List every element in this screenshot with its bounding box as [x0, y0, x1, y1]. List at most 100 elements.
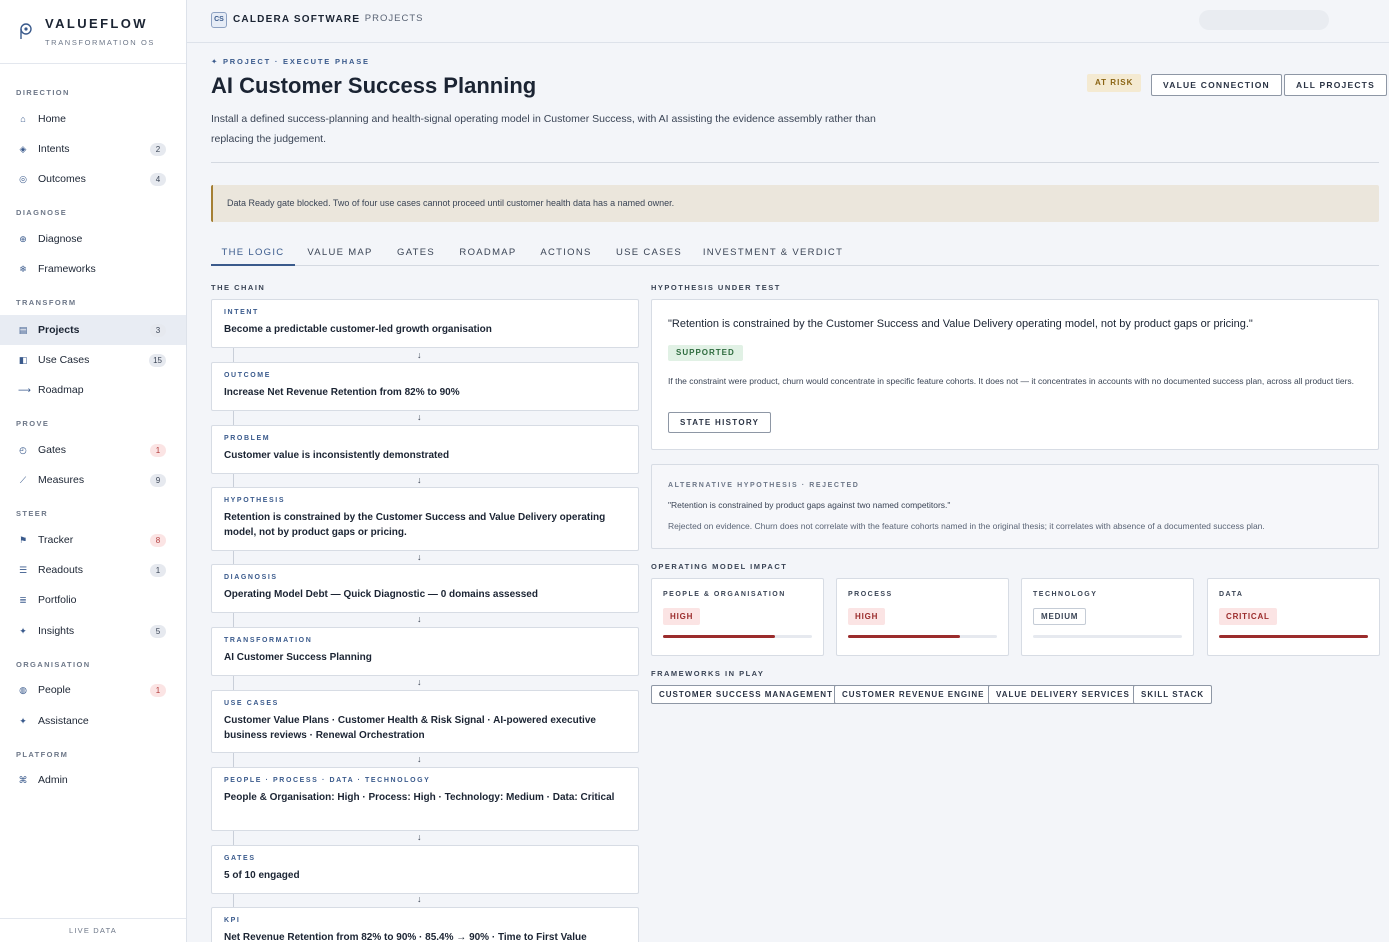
- sidebar-item-label: Gates: [38, 444, 67, 456]
- tab-investment-verdict[interactable]: INVESTMENT & VERDICT: [701, 243, 845, 266]
- org-avatar[interactable]: CS: [211, 12, 227, 28]
- sidebar-item-readouts[interactable]: ☰ Readouts 1: [0, 555, 186, 585]
- half-square-icon: ◧: [18, 354, 28, 365]
- chain-value: Net Revenue Retention from 82% to 90% · …: [224, 932, 587, 942]
- chain-connector: [233, 551, 234, 564]
- count-badge: 1: [150, 683, 166, 697]
- chain-item-hypothesis[interactable]: HYPOTHESIS Retention is constrained by t…: [211, 487, 639, 551]
- sidebar-item-intents[interactable]: ◈ Intents 2: [0, 134, 186, 164]
- value-connection-button[interactable]: VALUE CONNECTION: [1151, 74, 1282, 96]
- gauge-icon: ◴: [19, 444, 27, 455]
- tab-roadmap[interactable]: ROADMAP: [455, 243, 521, 266]
- search-placeholder-bar[interactable]: [1199, 10, 1329, 30]
- tab-actions[interactable]: ACTIONS: [536, 243, 596, 266]
- status-badge: AT RISK: [1087, 74, 1142, 92]
- chain-kind: USE CASES: [224, 700, 279, 707]
- chain-kind: KPI: [224, 917, 241, 924]
- hypothesis-label: HYPOTHESIS UNDER TEST: [651, 283, 781, 292]
- framework-tag[interactable]: CUSTOMER REVENUE ENGINE: [834, 685, 993, 704]
- chain-value: Retention is constrained by the Customer…: [224, 512, 606, 538]
- chain-item-operating-model[interactable]: PEOPLE · PROCESS · DATA · TECHNOLOGY Peo…: [211, 767, 639, 831]
- nav-section-direction: DIRECTION: [16, 88, 70, 97]
- list-icon: ☰: [18, 564, 28, 575]
- sidebar-item-people[interactable]: ◍ People 1: [0, 675, 186, 705]
- arrow-down-icon: ↓: [417, 350, 422, 360]
- diamond-icon: ◈: [19, 143, 27, 154]
- arrow-right-icon: ⟶: [18, 384, 31, 395]
- chain-item-diagnosis[interactable]: DIAGNOSIS Operating Model Debt — Quick D…: [211, 564, 639, 613]
- count-badge: 2: [150, 142, 166, 156]
- count-badge: 3: [150, 323, 166, 337]
- all-projects-button[interactable]: ALL PROJECTS: [1284, 74, 1387, 96]
- impact-level-badge: MEDIUM: [1033, 608, 1087, 625]
- sidebar-item-home[interactable]: ⌂ Home: [0, 104, 186, 134]
- sidebar-item-diagnose[interactable]: ⊕ Diagnose: [0, 224, 186, 254]
- hypothesis-evidence: If the constraint were product, churn wo…: [668, 376, 1355, 386]
- tab-gates[interactable]: GATES: [391, 243, 441, 266]
- impact-bar-fill: [848, 635, 960, 638]
- arrow-down-icon: ↓: [417, 552, 422, 562]
- arrow-down-icon: ↓: [417, 754, 422, 764]
- count-badge: 5: [150, 624, 166, 638]
- framework-tag[interactable]: VALUE DELIVERY SERVICES: [988, 685, 1138, 704]
- sidebar-item-gates[interactable]: ◴ Gates 1: [0, 435, 186, 465]
- brand: VALUEFLOW TRANSFORMATION OS: [0, 0, 186, 64]
- impact-dimension: TECHNOLOGY: [1033, 591, 1098, 598]
- impact-bar-track: [663, 635, 812, 638]
- sidebar-item-label: Assistance: [38, 715, 89, 727]
- chain-item-gates[interactable]: GATES 5 of 10 engaged: [211, 845, 639, 894]
- impact-card: PEOPLE & ORGANISATION HIGH: [651, 578, 824, 656]
- count-badge: 1: [150, 443, 166, 457]
- chain-kind: HYPOTHESIS: [224, 497, 286, 504]
- sidebar-item-outcomes[interactable]: ◎ Outcomes 4: [0, 164, 186, 194]
- sidebar-item-insights[interactable]: ✦ Insights 5: [0, 616, 186, 646]
- breadcrumb[interactable]: · PROJECTS: [357, 13, 423, 24]
- sparkle-icon: ✦: [19, 625, 27, 636]
- alert-banner: Data Ready gate blocked. Two of four use…: [211, 185, 1379, 222]
- sidebar-item-measures[interactable]: ⟋ Measures 9: [0, 465, 186, 495]
- sidebar-item-frameworks[interactable]: ❄ Frameworks: [0, 254, 186, 284]
- sidebar-item-label: Measures: [38, 474, 85, 486]
- impact-bar-track: [1219, 635, 1368, 638]
- sidebar-item-label: People: [38, 684, 71, 696]
- chain-item-outcome[interactable]: OUTCOME Increase Net Revenue Retention f…: [211, 362, 639, 411]
- target-icon: ◎: [19, 173, 27, 184]
- sidebar-item-label: Roadmap: [38, 384, 84, 396]
- chain-item-use-cases[interactable]: USE CASES Customer Value Plans · Custome…: [211, 690, 639, 753]
- impact-bar-fill: [1219, 635, 1368, 638]
- sidebar-item-assistance[interactable]: ✦ Assistance: [0, 706, 186, 736]
- sidebar-item-roadmap[interactable]: ⟶ Roadmap: [0, 375, 186, 405]
- impact-level-badge: CRITICAL: [1219, 608, 1277, 625]
- sidebar-item-projects[interactable]: ▤ Projects 3: [0, 315, 186, 345]
- framework-tag[interactable]: SKILL STACK: [1133, 685, 1213, 704]
- nav-section-platform: PLATFORM: [16, 750, 69, 759]
- tab-use-cases[interactable]: USE CASES: [611, 243, 687, 266]
- chain-item-problem[interactable]: PROBLEM Customer value is inconsistently…: [211, 425, 639, 474]
- org-name[interactable]: CALDERA SOFTWARE: [233, 14, 360, 25]
- chain-item-intent[interactable]: INTENT Become a predictable customer-led…: [211, 299, 639, 348]
- sidebar-item-admin[interactable]: ⌘ Admin: [0, 765, 186, 795]
- framework-tag[interactable]: CUSTOMER SUCCESS MANAGEMENT: [651, 685, 841, 704]
- impact-level-badge: HIGH: [848, 608, 886, 625]
- chain-item-transformation[interactable]: TRANSFORMATION AI Customer Success Plann…: [211, 627, 639, 676]
- divider: [211, 162, 1379, 163]
- sidebar-item-portfolio[interactable]: ≣ Portfolio: [0, 585, 186, 615]
- tab-value-map[interactable]: VALUE MAP: [301, 243, 379, 266]
- flag-icon: ⚑: [18, 534, 28, 545]
- nav-section-diagnose: DIAGNOSE: [16, 208, 68, 217]
- brand-name: VALUEFLOW: [45, 16, 148, 31]
- sidebar: VALUEFLOW TRANSFORMATION OS DIRECTION ⌂ …: [0, 0, 187, 942]
- sidebar-item-tracker[interactable]: ⚑ Tracker 8: [0, 525, 186, 555]
- chain-item-kpi[interactable]: KPI Net Revenue Retention from 82% to 90…: [211, 907, 639, 942]
- sidebar-item-label: Admin: [38, 774, 68, 786]
- state-history-button[interactable]: STATE HISTORY: [668, 412, 772, 433]
- chain-connector: [233, 613, 234, 627]
- chain-kind: GATES: [224, 855, 256, 862]
- chain-kind: PROBLEM: [224, 435, 271, 442]
- sidebar-item-label: Home: [38, 113, 67, 125]
- tab-the-logic[interactable]: THE LOGIC: [211, 243, 295, 266]
- person-icon: ◍: [19, 684, 27, 695]
- alternative-hypothesis-card: ALTERNATIVE HYPOTHESIS · REJECTED "Reten…: [651, 464, 1379, 549]
- sidebar-item-use-cases[interactable]: ◧ Use Cases 15: [0, 345, 186, 375]
- chain-value: Operating Model Debt — Quick Diagnostic …: [224, 589, 538, 600]
